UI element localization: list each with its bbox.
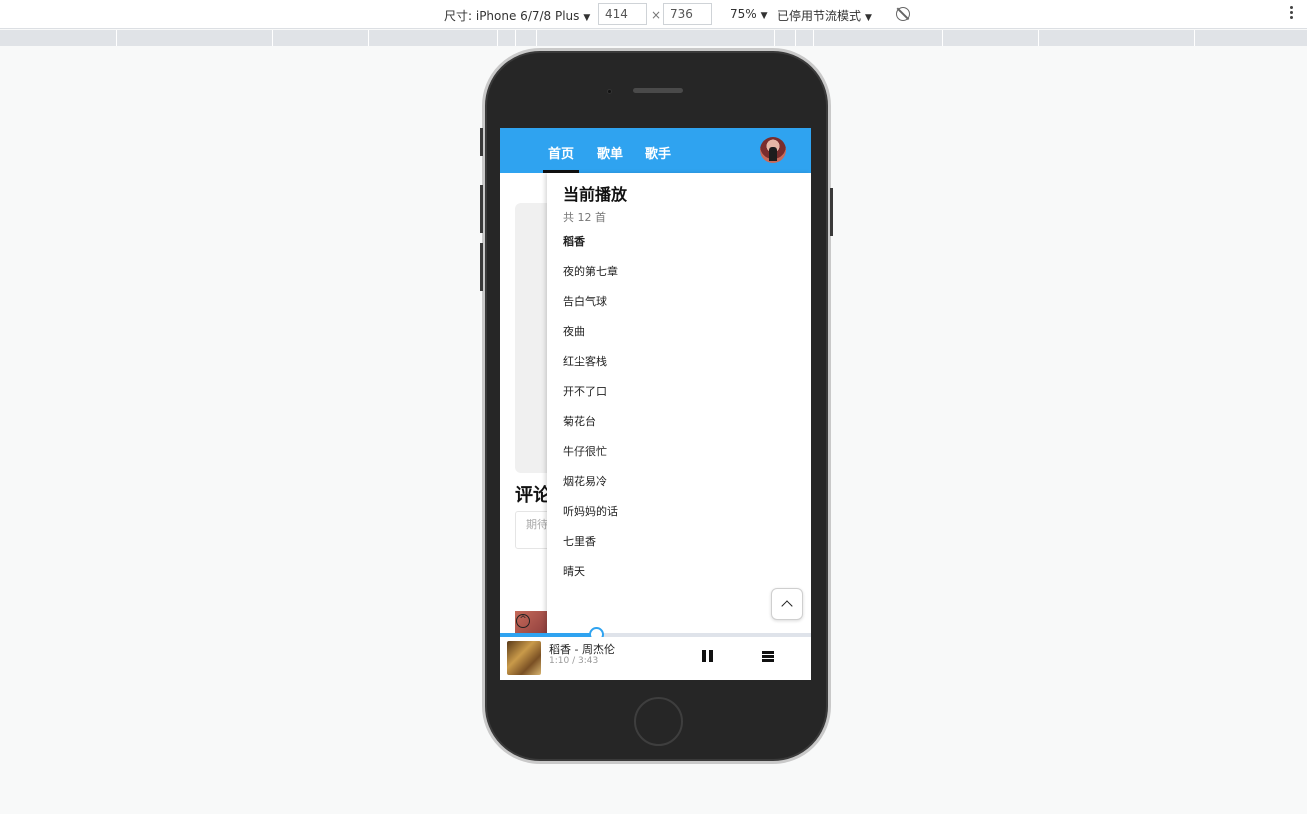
speaker-grille xyxy=(633,88,683,93)
playlist-count: 共 12 首 xyxy=(563,211,606,224)
song-title: 稻香 - 周杰伦 xyxy=(549,643,615,656)
caret-down-icon: ▼ xyxy=(583,13,591,23)
comments-heading: 评论 xyxy=(515,485,551,506)
collapse-icon[interactable]: ^ xyxy=(516,614,530,628)
throttle-select[interactable]: 已停用节流模式 ▼ xyxy=(777,7,872,24)
playlist-item[interactable]: 七里香 xyxy=(563,533,596,549)
zoom-label: 75% xyxy=(730,7,757,21)
zoom-select[interactable]: 75% ▼ xyxy=(730,7,768,21)
playlist-item[interactable]: 告白气球 xyxy=(563,293,607,309)
caret-down-icon: ▼ xyxy=(865,13,872,23)
playlist-item[interactable]: 菊花台 xyxy=(563,413,596,429)
dimension-separator: × xyxy=(651,8,662,22)
playlist-item[interactable]: 夜曲 xyxy=(563,323,585,339)
caret-down-icon: ▼ xyxy=(760,11,768,21)
home-button[interactable] xyxy=(634,697,683,746)
tab-home[interactable]: 首页 xyxy=(548,143,574,162)
media-query-bar[interactable] xyxy=(0,30,1307,46)
current-playlist-panel: 当前播放 共 12 首 稻香 夜的第七章 告白气球 夜曲 红尘客栈 开不了口 菊… xyxy=(547,173,811,636)
volume-down-button xyxy=(480,243,483,291)
playlist-item[interactable]: 听妈妈的话 xyxy=(563,503,618,519)
height-input[interactable]: 736 xyxy=(663,3,712,25)
playlist-item[interactable]: 开不了口 xyxy=(563,383,607,399)
app-header: 首页 歌单 歌手 xyxy=(500,128,811,173)
volume-up-button xyxy=(480,185,483,233)
throttle-label: 已停用节流模式 xyxy=(777,9,862,23)
side-button xyxy=(480,128,483,156)
playlist-item[interactable]: 夜的第七章 xyxy=(563,263,618,279)
user-avatar[interactable] xyxy=(760,137,786,163)
player-bar: 稻香 - 周杰伦 1:10 / 3:43 xyxy=(500,637,811,680)
pause-icon[interactable] xyxy=(701,649,715,663)
song-time: 1:10 / 3:43 xyxy=(549,656,599,666)
rotate-icon[interactable] xyxy=(896,7,910,21)
playlist-item[interactable]: 牛仔很忙 xyxy=(563,443,607,459)
tab-singers[interactable]: 歌手 xyxy=(645,143,671,162)
devtools-toolbar: 尺寸: iPhone 6/7/8 Plus ▼ 414 × 736 75% ▼ 已停… xyxy=(0,0,1307,29)
scroll-top-button[interactable] xyxy=(771,588,803,620)
device-screen: 首页 歌单 歌手 评论 期待你的评论 ^ 当前播放 共 12 首 稻香 夜的第七… xyxy=(500,128,811,680)
kebab-menu-icon[interactable] xyxy=(1290,6,1294,22)
chevron-up-icon xyxy=(781,600,793,612)
playlist-title: 当前播放 xyxy=(563,185,628,204)
album-cover[interactable] xyxy=(507,641,541,675)
playlist-item[interactable]: 烟花易冷 xyxy=(563,473,607,489)
playlist-item[interactable]: 红尘客栈 xyxy=(563,353,607,369)
tab-playlists[interactable]: 歌单 xyxy=(597,143,623,162)
playlist-item[interactable]: 晴天 xyxy=(563,563,585,579)
device-select[interactable]: 尺寸: iPhone 6/7/8 Plus ▼ xyxy=(444,7,590,24)
power-button xyxy=(830,188,833,236)
camera-icon xyxy=(607,89,612,94)
width-input[interactable]: 414 xyxy=(598,3,647,25)
playlist-item[interactable]: 稻香 xyxy=(563,233,585,249)
device-label: 尺寸: iPhone 6/7/8 Plus xyxy=(444,9,580,23)
playlist-menu-icon[interactable] xyxy=(761,649,775,663)
